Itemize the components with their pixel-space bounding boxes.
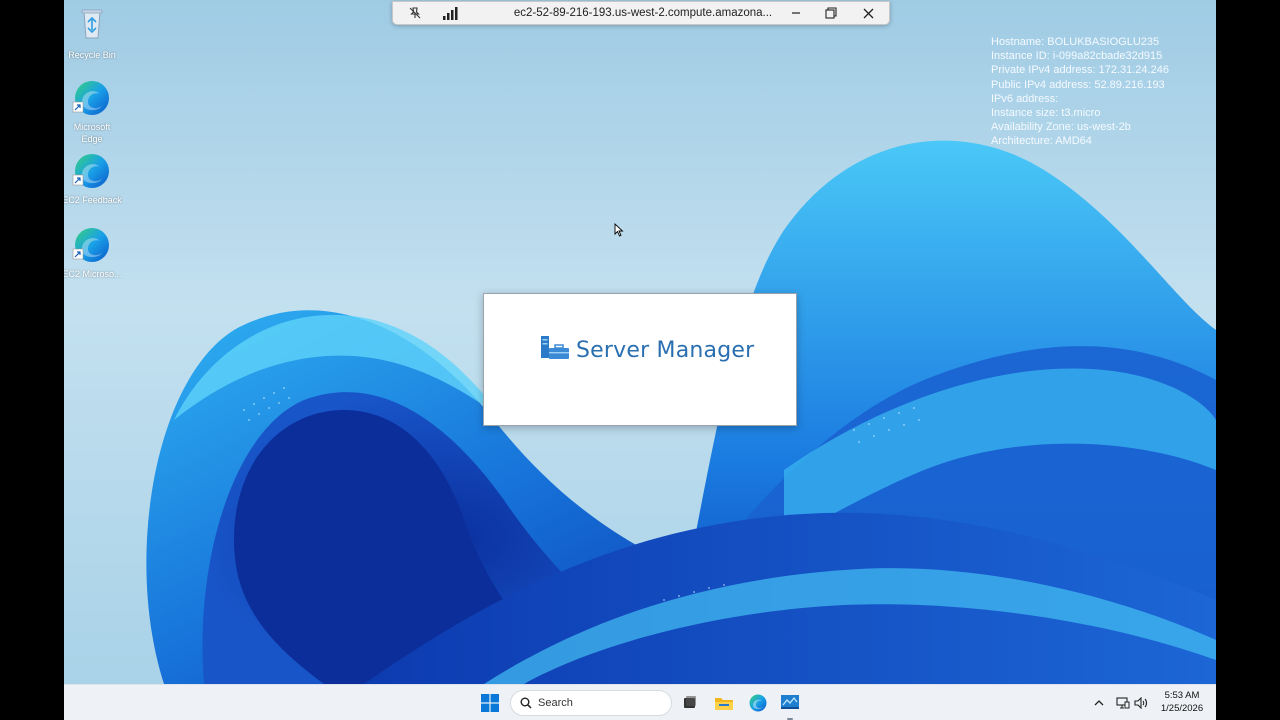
chevron-up-icon[interactable] [1090,685,1108,720]
desktop-icon-label: EC2 Microso... [64,269,122,279]
sysinfo-availability-zone: Availability Zone: us-west-2b [991,121,1131,134]
taskbar: Search 5:53 AM 1/25/2026 [64,684,1216,720]
volume-icon[interactable] [1132,685,1150,720]
network-icon[interactable] [1114,685,1132,720]
desktop-icon-label: Microsoft Edge [73,122,111,144]
system-info-overlay: Hostname: BOLUKBASIOGLU235 Instance ID: … [991,35,1169,149]
sysinfo-ipv6: IPv6 address: [991,92,1059,105]
rdp-connection-bar: ec2-52-89-216-193.us-west-2.compute.amaz… [392,1,890,25]
desktop-icon-recycle-bin[interactable]: Recycle Bin [64,6,122,61]
edge-icon [72,78,112,118]
unpin-icon[interactable] [405,2,425,24]
desktop-icon-ec2-microsoft[interactable]: EC2 Microso... [64,225,122,280]
restore-icon[interactable] [821,2,841,24]
sysinfo-public-ipv4: Public IPv4 address: 52.89.216.193 [991,78,1165,91]
desktop-icon-label: EC2 Feedback [64,195,122,205]
windows-start-icon[interactable] [476,685,504,720]
sysinfo-hostname: Hostname: BOLUKBASIOGLU235 [991,36,1160,48]
close-icon[interactable] [858,2,878,24]
connection-title: ec2-52-89-216-193.us-west-2.compute.amaz… [513,7,773,19]
sysinfo-private-ipv4: Private IPv4 address: 172.31.24.246 [991,64,1169,77]
sysinfo-instance-id: Instance ID: i-099a82cbade32d915 [991,50,1163,63]
taskbar-clock[interactable]: 5:53 AM 1/25/2026 [1154,689,1210,715]
edge-icon[interactable] [746,685,770,720]
clock-time: 5:53 AM [1164,690,1200,701]
mouse-cursor-icon [614,223,624,237]
clock-date: 1/25/2026 [1160,703,1204,714]
sysinfo-architecture: Architecture: AMD64 [991,135,1092,148]
desktop-icon-ec2-feedback[interactable]: EC2 Feedback [64,151,122,206]
minimize-icon[interactable] [786,2,806,24]
server-manager-icon[interactable] [778,685,802,720]
server-manager-splash: Server Manager [483,293,797,426]
edge-icon [72,151,112,191]
recycle-bin-icon [72,6,112,46]
edge-icon [72,225,112,265]
file-explorer-icon[interactable] [712,685,736,720]
signal-bars-icon[interactable] [440,2,460,24]
sysinfo-instance-size: Instance size: t3.micro [991,107,1101,120]
splash-title: Server Manager [576,338,755,363]
desktop-icon-label: Recycle Bin [68,50,116,60]
search-placeholder: Search [538,697,573,709]
taskbar-search[interactable]: Search [510,690,672,716]
task-view-icon[interactable] [678,685,702,720]
remote-screen: Recycle Bin Microsoft Edge EC2 Feedback … [64,0,1216,720]
desktop-icon-microsoft-edge[interactable]: Microsoft Edge [64,78,122,145]
search-icon [520,697,532,709]
desktop[interactable]: Recycle Bin Microsoft Edge EC2 Feedback … [64,0,1216,684]
server-manager-icon [540,334,570,367]
